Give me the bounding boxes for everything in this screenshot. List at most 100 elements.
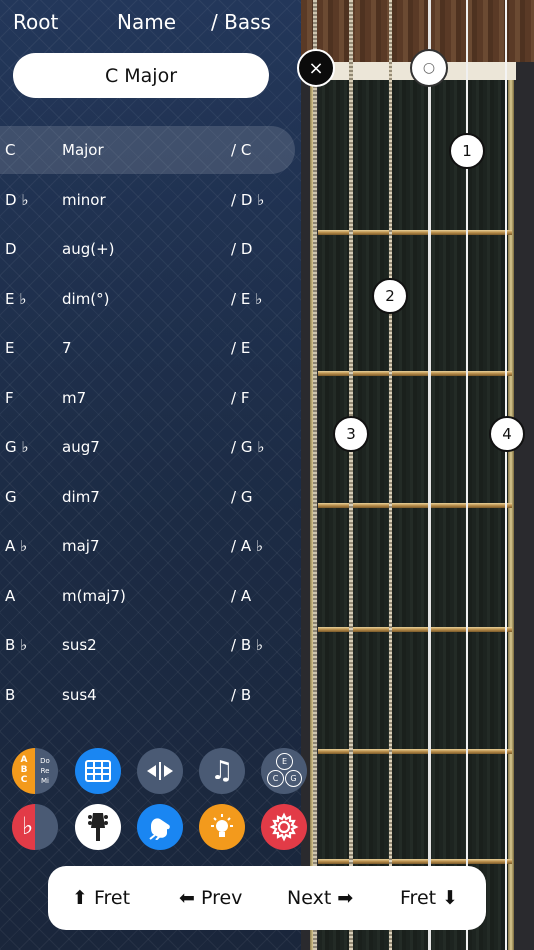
chord-list-item[interactable]: Am(maj7) / A [0,572,295,620]
chord-root-label: G [5,488,17,506]
instrument-button[interactable] [75,804,121,850]
chord-bass-label: / C [231,141,252,159]
music-note-icon: ♫ [210,756,234,786]
chord-root-label: F [5,389,14,407]
next-button[interactable]: Next ➡ [287,866,353,930]
chord-root-label: E [5,339,15,357]
chord-root-label: D ♭ [5,191,29,209]
chord-name-label: maj7 [62,537,100,555]
flat-icon: ♭ [22,812,34,840]
notation-letter-c: C [20,775,28,785]
guitar-headstock-icon [88,813,108,841]
triad-note-g: G [285,770,302,787]
chord-name-label: aug7 [62,438,100,456]
header-root: Root [13,10,59,34]
fret-3 [318,503,512,508]
chord-list-item[interactable]: Bsus4 / B [0,671,295,719]
chord-root-label: C [5,141,16,159]
chord-list-item[interactable]: Fm7 / F [0,374,295,422]
fret-2 [318,371,512,376]
chord-root-label: D [5,240,17,258]
current-chord-display[interactable]: C Major [13,53,269,98]
chord-list-item[interactable]: D ♭ minor / D ♭ [0,176,295,224]
chord-name-label: sus4 [62,686,97,704]
navigation-bar: ⬆ Fret ⬅ Prev Next ➡ Fret ⬇ [48,866,486,930]
notation-toggle-button[interactable]: A B C Do Re Mi [12,748,58,794]
chord-name-label: m(maj7) [62,587,126,605]
triad-note-e: E [276,753,293,770]
chord-bass-label: / D [231,240,253,258]
hand-strum-icon [149,818,170,840]
chord-bass-label: / A [231,587,252,605]
chord-list-item[interactable]: Gdim7 / G [0,473,295,521]
chord-root-label: G ♭ [5,438,29,456]
chord-name-label: dim(°) [62,290,110,308]
chord-bass-label: / E ♭ [231,290,263,308]
chord-list-item[interactable]: E ♭ dim(°) / E ♭ [0,275,295,323]
chord-root-label: E ♭ [5,290,27,308]
string-1[interactable] [505,0,507,950]
music-note-button[interactable]: ♫ [199,748,245,794]
chord-bass-label: / F [231,389,250,407]
notation-letter-a: A [20,755,28,765]
chord-name-label: minor [62,191,106,209]
finger-dot-3[interactable]: 3 [333,416,369,452]
lightbulb-icon [211,814,233,837]
chord-bass-label: / D ♭ [231,191,265,209]
finger-dot-2[interactable]: 2 [372,278,408,314]
gear-icon [269,812,299,842]
chord-bass-label: / G [231,488,253,506]
string-6[interactable] [313,0,317,950]
open-string-marker[interactable]: ○ [410,49,448,87]
triad-note-c: C [267,770,284,787]
light-button[interactable] [199,804,245,850]
fret-1 [318,230,512,235]
chord-name-label: dim7 [62,488,100,506]
fret-4 [318,627,512,632]
fret-5 [318,749,512,754]
chord-list-item[interactable]: G ♭ aug7 / G ♭ [0,423,295,471]
string-5[interactable] [349,0,353,950]
finger-dot-4[interactable]: 4 [489,416,525,452]
chord-name-label: Major [62,141,104,159]
flat-sharp-toggle-button[interactable]: ♭ [12,804,58,850]
fret-up-button[interactable]: ⬆ Fret [72,866,130,930]
chord-bass-label: / B [231,686,252,704]
finger-dot-1[interactable]: 1 [449,133,485,169]
triad-notes-button[interactable]: E C G [261,748,307,794]
chord-name-label: aug(+) [62,240,115,258]
prev-button[interactable]: ⬅ Prev [179,866,242,930]
notation-solfege-do: Do [40,757,50,765]
muted-string-marker[interactable]: × [297,49,335,87]
chord-bass-label: / B ♭ [231,636,263,654]
header-bass: / Bass [211,10,271,34]
chord-list-item[interactable]: E 7 / E [0,324,295,372]
fret-6 [318,859,512,864]
chord-bass-label: / A ♭ [231,537,263,555]
strum-button[interactable] [137,804,183,850]
chord-root-label: B ♭ [5,636,28,654]
fret-down-button[interactable]: Fret ⬇ [400,866,458,930]
chord-name-label: 7 [62,339,72,357]
current-chord-label: C Major [104,64,178,87]
chord-root-label: A [5,587,16,605]
settings-button[interactable] [261,804,307,850]
chord-list-item[interactable]: Daug(+) / D [0,225,295,273]
notation-solfege-mi: Mi [41,777,49,785]
chord-root-label: B [5,686,16,704]
chord-list-item[interactable]: C Major / C [0,126,295,174]
fingerboard[interactable] [318,80,512,950]
string-3[interactable] [428,0,431,950]
table-icon [85,760,111,782]
chord-list-item[interactable]: A ♭ maj7 / A ♭ [0,522,295,570]
chord-table-button[interactable] [75,748,121,794]
chord-list-item[interactable]: B ♭ sus2 / B ♭ [0,621,295,669]
flip-button[interactable] [137,748,183,794]
chord-name-label: m7 [62,389,87,407]
notation-solfege-re: Re [40,767,50,775]
string-4[interactable] [389,0,392,950]
chord-bass-label: / G ♭ [231,438,265,456]
notation-letter-b: B [20,765,28,775]
flip-horizontal-icon [147,762,173,780]
header-name: Name [117,10,177,34]
